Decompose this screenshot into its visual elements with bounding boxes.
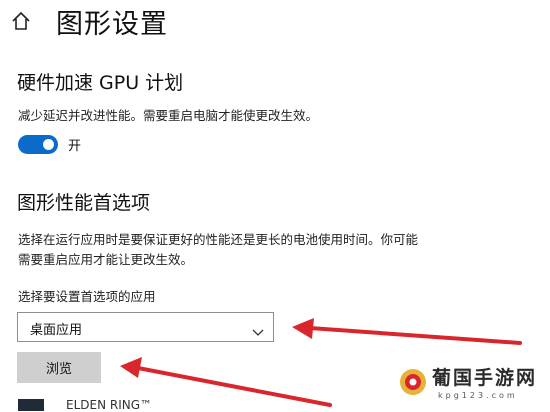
gpu-scheduling-heading: 硬件加速 GPU 计划	[17, 72, 184, 94]
arrow-to-browse	[136, 366, 332, 407]
gpu-scheduling-description: 减少延迟并改进性能。需要重启电脑才能使更改生效。	[18, 108, 319, 123]
app-icon	[18, 399, 44, 411]
arrow-to-select-head	[292, 318, 314, 339]
select-app-label: 选择要设置首选项的应用	[18, 289, 156, 304]
watermark-title: 葡国手游网	[432, 367, 538, 389]
chevron-down-icon	[252, 322, 264, 341]
toggle-state-label: 开	[68, 139, 82, 154]
watermark-logo-icon	[398, 367, 428, 397]
browse-button[interactable]: 浏览	[17, 352, 101, 383]
app-list-item-name[interactable]: ELDEN RING™	[66, 398, 152, 412]
browse-button-label: 浏览	[45, 362, 72, 377]
arrow-to-browse-head	[120, 357, 142, 378]
app-type-select[interactable]: 桌面应用	[17, 312, 274, 342]
description-line-2: 需要重启应用才能让更改生效。	[18, 252, 194, 267]
gpu-scheduling-toggle[interactable]	[18, 135, 58, 154]
home-icon[interactable]	[10, 10, 32, 32]
description-line-1: 选择在运行应用时是要保证更好的性能还是更长的电池使用时间。你可能	[18, 232, 419, 247]
arrow-to-select	[308, 326, 522, 345]
toggle-knob	[43, 139, 54, 150]
app-type-select-value: 桌面应用	[30, 323, 83, 338]
graphics-preference-heading: 图形性能首选项	[17, 192, 151, 214]
graphics-preference-description: 选择在运行应用时是要保证更好的性能还是更长的电池使用时间。你可能 需要重启应用才…	[18, 230, 458, 270]
watermark-subtitle: kpg123.com	[438, 391, 518, 400]
page-title: 图形设置	[56, 9, 168, 40]
